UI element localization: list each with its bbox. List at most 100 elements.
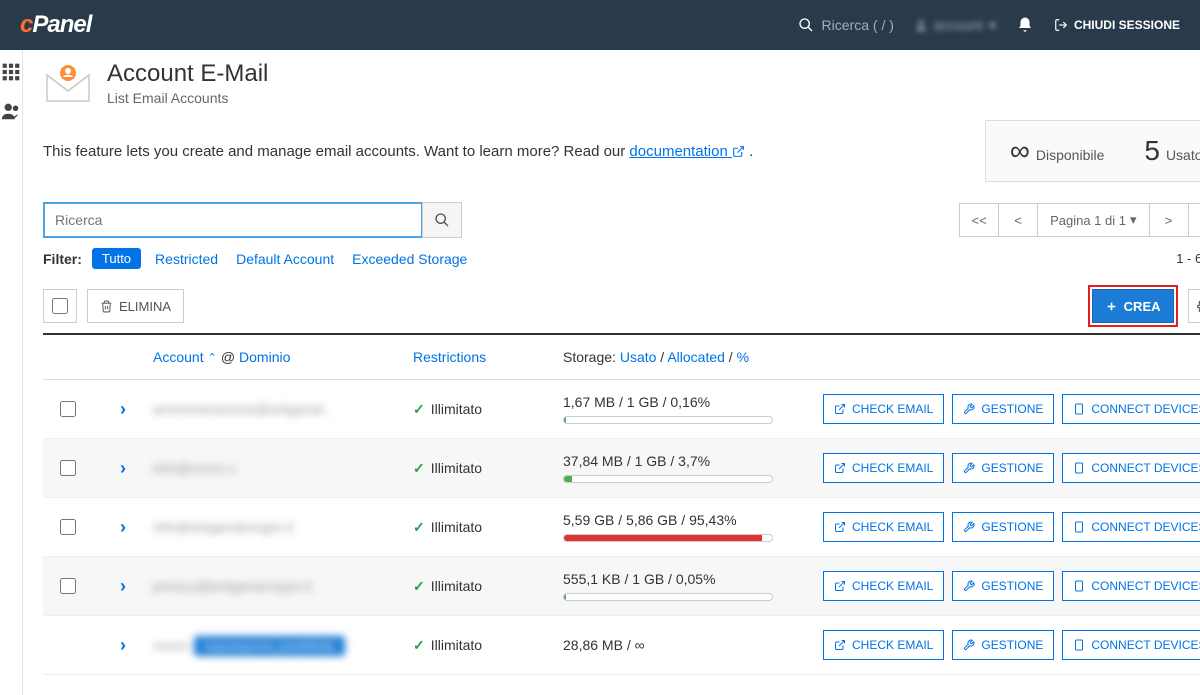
manage-button[interactable]: GESTIONE: [952, 630, 1054, 660]
connect-devices-button[interactable]: CONNECT DEVICES: [1062, 394, 1200, 424]
page-next[interactable]: >: [1149, 203, 1189, 237]
user-menu[interactable]: account ▾: [914, 17, 996, 34]
page-header: Account E-Mail List Email Accounts: [43, 60, 1200, 106]
available-label: Disponibile: [1036, 147, 1104, 163]
manage-button[interactable]: GESTIONE: [952, 512, 1054, 542]
used-value: 5: [1144, 135, 1160, 167]
table-row: › privacy@artiganarxxgre.it ✓Illimitato …: [43, 557, 1200, 616]
caret-down-icon: ▾: [989, 17, 996, 34]
table-row: › info@artiganairxxgre.it ✓Illimitato 5,…: [43, 498, 1200, 557]
check-email-button[interactable]: CHECK EMAIL: [823, 630, 944, 660]
plus-icon: [1105, 300, 1118, 313]
header-restrictions[interactable]: Restrictions: [413, 349, 563, 365]
restriction-cell: ✓Illimitato: [413, 401, 563, 418]
filter-all[interactable]: Tutto: [92, 248, 141, 269]
check-email-button[interactable]: CHECK EMAIL: [823, 571, 944, 601]
page-select[interactable]: Pagina 1 di 1 ▾: [1037, 203, 1149, 237]
page-last[interactable]: >>: [1188, 203, 1200, 237]
search-input[interactable]: [43, 202, 423, 238]
select-all-checkbox[interactable]: [52, 298, 68, 314]
page-title: Account E-Mail: [107, 60, 268, 88]
expand-toggle[interactable]: ›: [93, 458, 153, 479]
connect-devices-button[interactable]: CONNECT DEVICES: [1062, 453, 1200, 483]
account-cell: amministrazione@artiganal..: [153, 401, 413, 417]
wrench-icon: [963, 462, 975, 474]
storage-cell: 5,59 GB / 5,86 GB / 95,43%: [563, 512, 823, 542]
row-checkbox[interactable]: [60, 460, 76, 476]
table-row: › amministrazione@artiganal.. ✓Illimitat…: [43, 380, 1200, 439]
logout-button[interactable]: CHIUDI SESSIONE: [1054, 18, 1180, 32]
storage-cell: 1,67 MB / 1 GB / 0,16%: [563, 394, 823, 424]
filter-default[interactable]: Default Account: [236, 251, 334, 267]
external-icon: [834, 639, 846, 651]
select-all-wrapper: [43, 289, 77, 323]
search-icon: [434, 212, 450, 228]
external-link-icon: [732, 145, 745, 158]
default-badge: Impostazione predefinita: [194, 636, 345, 656]
filter-restricted[interactable]: Restricted: [155, 251, 218, 267]
user-icon: [914, 18, 928, 32]
storage-cell: 28,86 MB / ∞: [563, 637, 823, 653]
device-icon: [1073, 403, 1085, 415]
expand-toggle[interactable]: ›: [93, 635, 153, 656]
manage-button[interactable]: GESTIONE: [952, 571, 1054, 601]
external-icon: [834, 521, 846, 533]
page-subtitle: List Email Accounts: [107, 90, 268, 106]
create-highlight: CREA: [1088, 285, 1178, 327]
check-icon: ✓: [413, 401, 425, 418]
expand-toggle[interactable]: ›: [93, 517, 153, 538]
account-cell: privacy@artiganarxxgre.it: [153, 578, 413, 594]
search-button[interactable]: [422, 202, 462, 238]
table-row: › info@xxxxx.x ✓Illimitato 37,84 MB / 1 …: [43, 439, 1200, 498]
check-email-button[interactable]: CHECK EMAIL: [823, 512, 944, 542]
page-prev[interactable]: <: [998, 203, 1038, 237]
trash-icon: [100, 300, 113, 313]
grid-icon: [1, 62, 21, 82]
notifications-button[interactable]: [1016, 16, 1034, 34]
row-checkbox[interactable]: [60, 578, 76, 594]
check-email-button[interactable]: CHECK EMAIL: [823, 453, 944, 483]
connect-devices-button[interactable]: CONNECT DEVICES: [1062, 630, 1200, 660]
sidebar: [0, 50, 23, 695]
row-checkbox[interactable]: [60, 519, 76, 535]
table-row: › xxxxxImpostazione predefinita ✓Illimit…: [43, 616, 1200, 675]
account-cell: xxxxxImpostazione predefinita: [153, 637, 413, 653]
header-storage: Storage: Usato / Allocated / %: [563, 349, 823, 365]
check-email-button[interactable]: CHECK EMAIL: [823, 394, 944, 424]
storage-cell: 37,84 MB / 1 GB / 3,7%: [563, 453, 823, 483]
used-label: Usato: [1166, 147, 1200, 163]
top-search[interactable]: Ricerca ( / ): [798, 17, 894, 33]
account-cell: info@artiganairxxgre.it: [153, 519, 413, 535]
sidebar-users[interactable]: [0, 100, 22, 122]
restriction-cell: ✓Illimitato: [413, 519, 563, 536]
sort-asc-icon: ⌃: [208, 351, 217, 364]
caret-down-icon: ▾: [1130, 212, 1137, 228]
intro-text: This feature lets you create and manage …: [43, 143, 753, 160]
create-button[interactable]: CREA: [1092, 289, 1174, 323]
external-icon: [834, 580, 846, 592]
storage-cell: 555,1 KB / 1 GB / 0,05%: [563, 571, 823, 601]
expand-toggle[interactable]: ›: [93, 576, 153, 597]
manage-button[interactable]: GESTIONE: [952, 394, 1054, 424]
page-first[interactable]: <<: [959, 203, 999, 237]
storage-bar: [563, 593, 773, 601]
header-account[interactable]: Account ⌃ @ Dominio: [153, 349, 413, 365]
connect-devices-button[interactable]: CONNECT DEVICES: [1062, 512, 1200, 542]
check-icon: ✓: [413, 519, 425, 536]
storage-bar: [563, 416, 773, 424]
documentation-link[interactable]: documentation: [629, 143, 745, 160]
storage-bar: [563, 475, 773, 483]
manage-button[interactable]: GESTIONE: [952, 453, 1054, 483]
stats-box: ∞ Disponibile 5 Usato: [985, 120, 1200, 182]
connect-devices-button[interactable]: CONNECT DEVICES: [1062, 571, 1200, 601]
expand-toggle[interactable]: ›: [93, 399, 153, 420]
row-checkbox[interactable]: [60, 401, 76, 417]
restriction-cell: ✓Illimitato: [413, 460, 563, 477]
settings-button[interactable]: ▾: [1188, 289, 1200, 323]
restriction-cell: ✓Illimitato: [413, 578, 563, 595]
pagination: << < Pagina 1 di 1 ▾ > >>: [959, 203, 1200, 237]
filter-label: Filter:: [43, 251, 82, 267]
filter-exceeded[interactable]: Exceeded Storage: [352, 251, 467, 267]
sidebar-apps[interactable]: [1, 62, 21, 82]
delete-button[interactable]: ELIMINA: [87, 289, 184, 323]
